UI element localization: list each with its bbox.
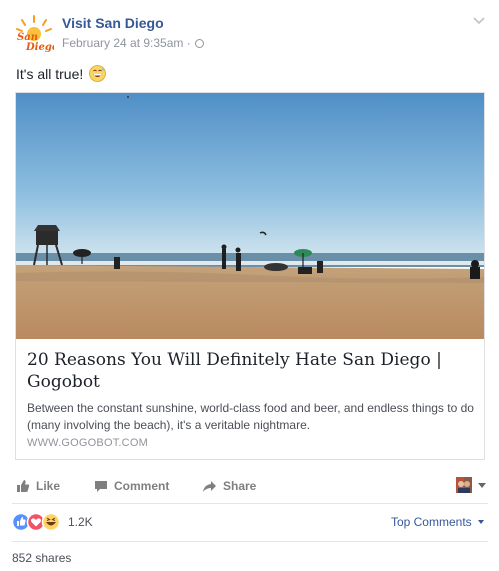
link-preview-card[interactable]: 20 Reasons You Will Definitely Hate San … — [15, 92, 485, 460]
reactions-row: 1.2K Top Comments — [12, 512, 488, 532]
top-comments-dropdown[interactable]: Top Comments — [391, 515, 484, 529]
actions-divider — [12, 503, 488, 504]
globe-icon[interactable] — [195, 39, 205, 48]
post-actions-bar: Like Comment Share — [12, 473, 488, 501]
comment-bubble-icon — [95, 480, 107, 492]
share-as-chevron-icon[interactable] — [478, 483, 486, 488]
chevron-down-icon — [478, 520, 484, 524]
post-header: San Diego Visit San Diego February 24 at… — [12, 12, 488, 56]
post-meta: February 24 at 9:35am · — [62, 36, 205, 50]
post-timestamp[interactable]: February 24 at 9:35am — [62, 36, 183, 50]
page-name-link[interactable]: Visit San Diego — [62, 15, 164, 31]
reaction-count[interactable]: 1.2K — [68, 515, 93, 529]
link-description: Between the constant sunshine, world-cla… — [27, 401, 474, 432]
comment-button[interactable]: Comment — [94, 479, 169, 493]
post-text: It's all true! — [16, 66, 84, 82]
share-arrow-icon — [203, 480, 216, 492]
link-title[interactable]: 20 Reasons You Will Definitely Hate San … — [27, 349, 477, 393]
grinning-sweat-emoji-icon — [89, 65, 107, 82]
like-label: Like — [36, 479, 61, 493]
haha-reaction-icon — [41, 512, 61, 532]
share-as-avatar[interactable] — [456, 477, 472, 493]
share-label: Share — [223, 479, 257, 493]
comment-label: Comment — [114, 479, 170, 493]
facebook-post: San Diego Visit San Diego February 24 at… — [0, 0, 499, 571]
like-button[interactable]: Like — [16, 479, 60, 493]
top-comments-label: Top Comments — [390, 515, 472, 529]
visit-san-diego-logo[interactable]: San Diego — [14, 14, 54, 54]
like-thumb-icon — [17, 480, 30, 492]
reaction-icons[interactable] — [12, 512, 66, 532]
post-message: It's all true! — [16, 65, 107, 82]
reactions-divider — [12, 541, 488, 542]
shares-count[interactable]: 852 shares — [12, 551, 71, 565]
svg-text:Diego: Diego — [25, 42, 54, 53]
post-menu-chevron-icon[interactable] — [472, 16, 486, 26]
share-button[interactable]: Share — [202, 479, 256, 493]
meta-separator: · — [186, 36, 191, 50]
beach-photo-image[interactable] — [16, 93, 484, 339]
link-domain: WWW.GOGOBOT.COM — [27, 437, 148, 449]
